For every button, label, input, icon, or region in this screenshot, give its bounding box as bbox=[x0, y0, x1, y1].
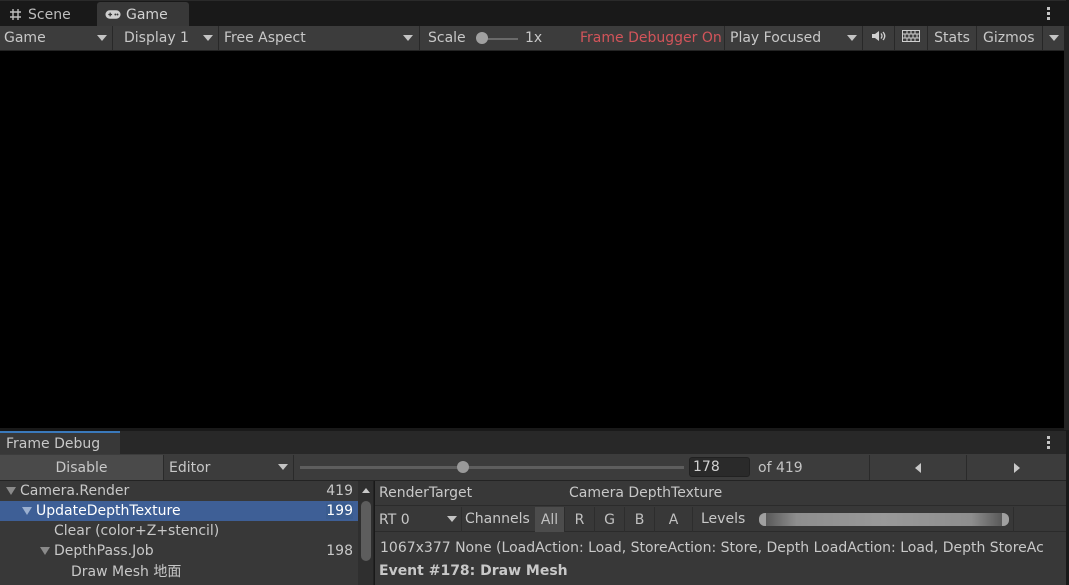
mute-audio-button[interactable] bbox=[863, 26, 895, 50]
target-dropdown[interactable]: Editor bbox=[165, 455, 294, 480]
display-dropdown[interactable]: Display 1 bbox=[113, 26, 219, 50]
render-target-row: RenderTarget Camera DepthTexture bbox=[375, 481, 1066, 506]
tab-frame-debug[interactable]: Frame Debug bbox=[0, 431, 120, 455]
foldout-arrow-icon[interactable] bbox=[6, 487, 16, 495]
chevron-down-icon bbox=[97, 35, 107, 41]
scale-slider-knob[interactable] bbox=[476, 32, 488, 44]
tree-row-count: 198 bbox=[326, 543, 353, 559]
aspect-dropdown[interactable]: Free Aspect bbox=[219, 26, 420, 50]
grid-icon bbox=[7, 8, 23, 22]
chevron-down-icon bbox=[278, 464, 288, 470]
foldout-arrow-icon[interactable] bbox=[22, 507, 32, 515]
tree-row[interactable]: Draw Mesh 地面 bbox=[0, 561, 358, 581]
more-options-icon[interactable] bbox=[1047, 436, 1051, 449]
gizmos-button[interactable]: Gizmos bbox=[977, 26, 1043, 50]
tree-row-label: Draw Mesh 地面 bbox=[71, 564, 182, 580]
target-dropdown-label: Editor bbox=[169, 459, 211, 476]
next-event-button[interactable] bbox=[966, 455, 1066, 480]
channels-row: RT 0 Channels All R G B A Levels bbox=[375, 507, 1066, 532]
levels-min-handle[interactable] bbox=[759, 513, 766, 526]
tab-game[interactable]: Game bbox=[97, 2, 189, 27]
chevron-down-icon bbox=[447, 516, 457, 522]
keyboard-icon bbox=[902, 30, 920, 46]
chevron-down-icon bbox=[403, 35, 413, 41]
scale-slider[interactable] bbox=[476, 26, 518, 50]
levels-max-handle[interactable] bbox=[1002, 513, 1009, 526]
play-mode-dropdown[interactable]: Play Focused bbox=[725, 26, 863, 50]
chevron-down-icon bbox=[847, 35, 857, 41]
disable-button[interactable]: Disable bbox=[0, 455, 164, 480]
channel-a-button[interactable]: A bbox=[655, 507, 693, 532]
event-slider-track bbox=[300, 466, 684, 469]
game-toolbar: Game Display 1 Free Aspect Scale 1x Fram… bbox=[0, 26, 1066, 51]
channel-g-button[interactable]: G bbox=[595, 507, 625, 532]
frame-debugger-status: Frame Debugger On bbox=[580, 26, 725, 50]
speaker-icon bbox=[871, 30, 887, 46]
chevron-down-icon bbox=[203, 35, 213, 41]
event-title: Event #178: Draw Mesh bbox=[379, 563, 568, 579]
display-dropdown-label: Display 1 bbox=[124, 30, 189, 46]
tab-scene-label: Scene bbox=[28, 6, 71, 23]
event-tree: Camera.Render 419 UpdateDepthTexture 199… bbox=[0, 481, 358, 585]
play-mode-dropdown-label: Play Focused bbox=[730, 30, 822, 46]
render-target-value: Camera DepthTexture bbox=[569, 485, 723, 501]
window-tab-strip: Scene Game bbox=[0, 0, 1066, 27]
tree-row-selected[interactable]: UpdateDepthTexture 199 bbox=[0, 501, 358, 521]
frame-debug-toolbar: Disable Editor 178 of 419 bbox=[0, 454, 1066, 481]
arrow-right-icon bbox=[1013, 462, 1020, 473]
aspect-dropdown-label: Free Aspect bbox=[224, 30, 306, 46]
event-details-panel: RenderTarget Camera DepthTexture RT 0 Ch… bbox=[375, 481, 1066, 585]
tree-row[interactable]: DepthPass.Job 198 bbox=[0, 541, 358, 561]
event-slider[interactable] bbox=[298, 455, 686, 480]
frame-debug-tab-strip: Frame Debug bbox=[0, 430, 1066, 455]
channel-b-button[interactable]: B bbox=[625, 507, 655, 532]
tree-row-count: 199 bbox=[326, 503, 353, 519]
previous-event-button[interactable] bbox=[869, 455, 966, 480]
window-edge bbox=[1064, 26, 1069, 430]
game-view-viewport[interactable] bbox=[0, 51, 1064, 428]
foldout-arrow-icon[interactable] bbox=[40, 547, 50, 555]
event-index-input[interactable]: 178 bbox=[689, 457, 750, 477]
scale-value: 1x bbox=[525, 30, 543, 46]
tree-row[interactable]: Camera.Render 419 bbox=[0, 481, 358, 501]
channels-label: Channels bbox=[465, 511, 530, 527]
scale-label: Scale bbox=[428, 30, 466, 46]
stats-button[interactable]: Stats bbox=[928, 26, 977, 50]
scroll-up-icon[interactable] bbox=[362, 488, 370, 493]
tree-row-label: Clear (color+Z+stencil) bbox=[54, 523, 220, 539]
levels-range-slider[interactable] bbox=[759, 513, 1009, 526]
tree-row-count: 419 bbox=[326, 483, 353, 499]
tab-scene[interactable]: Scene bbox=[7, 2, 71, 27]
channel-r-button[interactable]: R bbox=[565, 507, 595, 532]
channel-all-button[interactable]: All bbox=[535, 507, 565, 532]
tab-game-label: Game bbox=[126, 6, 168, 23]
tree-row-label: Camera.Render bbox=[20, 483, 130, 499]
more-options-icon[interactable] bbox=[1047, 7, 1051, 20]
rt-dropdown-label: RT 0 bbox=[379, 511, 410, 528]
chevron-down-icon bbox=[1049, 35, 1059, 41]
tree-row[interactable]: Clear (color+Z+stencil) bbox=[0, 521, 358, 541]
tree-scrollbar[interactable] bbox=[358, 481, 374, 585]
scrollbar-thumb[interactable] bbox=[361, 501, 371, 561]
gamepad-icon bbox=[105, 8, 121, 22]
arrow-left-icon bbox=[915, 462, 921, 473]
rt-dropdown[interactable]: RT 0 bbox=[375, 507, 462, 532]
levels-label: Levels bbox=[701, 511, 746, 527]
tree-row-label: DepthPass.Job bbox=[54, 543, 154, 559]
event-slider-knob[interactable] bbox=[457, 461, 470, 473]
event-total-label: of 419 bbox=[758, 459, 803, 476]
tree-row-label: UpdateDepthTexture bbox=[36, 503, 181, 519]
keyboard-shortcuts-button[interactable] bbox=[895, 26, 928, 50]
view-dropdown-label: Game bbox=[4, 30, 46, 46]
divider bbox=[1013, 507, 1014, 532]
gizmos-dropdown[interactable] bbox=[1043, 26, 1066, 50]
view-dropdown[interactable]: Game bbox=[0, 26, 113, 50]
render-target-label: RenderTarget bbox=[379, 485, 473, 501]
render-target-info: 1067x377 None (LoadAction: Load, StoreAc… bbox=[380, 540, 1044, 556]
